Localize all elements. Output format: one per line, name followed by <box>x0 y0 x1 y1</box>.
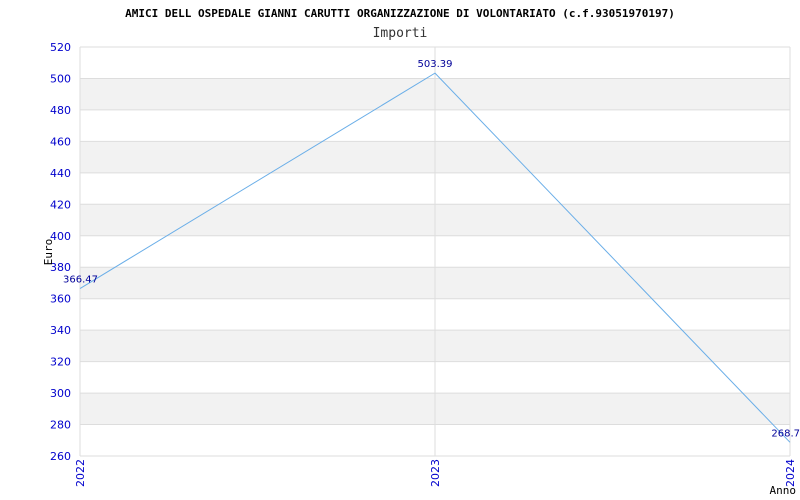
chart-subtitle: Importi <box>373 26 428 41</box>
x-tick-label: 2023 <box>429 459 442 487</box>
x-axis-label: Anno <box>770 484 797 497</box>
y-tick-label: 340 <box>50 324 71 337</box>
y-tick-label: 260 <box>50 450 71 463</box>
y-tick-label: 280 <box>50 419 71 432</box>
y-tick-label: 360 <box>50 293 71 306</box>
y-tick-label: 460 <box>50 135 71 148</box>
data-label: 268.7 <box>771 428 800 439</box>
y-tick-label: 320 <box>50 356 71 369</box>
x-tick-label: 2024 <box>784 459 797 487</box>
x-axis-ticks: 2022 2023 2024 <box>74 459 797 487</box>
y-tick-label: 420 <box>50 198 71 211</box>
y-tick-label: 440 <box>50 167 71 180</box>
chart-title: AMICI DELL OSPEDALE GIANNI CARUTTI ORGAN… <box>125 7 675 20</box>
data-label: 366.47 <box>63 275 98 286</box>
y-axis-label: Euro <box>42 239 55 266</box>
chart: AMICI DELL OSPEDALE GIANNI CARUTTI ORGAN… <box>42 7 800 497</box>
y-tick-label: 300 <box>50 387 71 400</box>
y-tick-label: 480 <box>50 104 71 117</box>
y-tick-label: 500 <box>50 72 71 85</box>
y-tick-label: 520 <box>50 41 71 54</box>
x-tick-label: 2022 <box>74 459 87 487</box>
data-label: 503.39 <box>418 59 453 70</box>
